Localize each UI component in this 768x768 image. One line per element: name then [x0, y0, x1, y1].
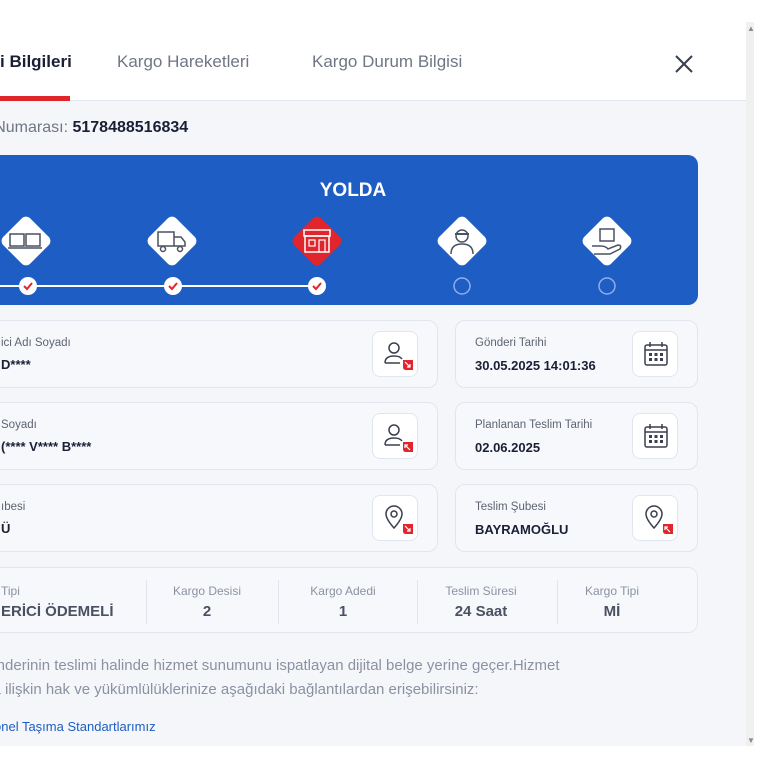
tracking-number-row: eri Numarası: 5178488516834	[0, 119, 188, 137]
step-pending-circle-icon	[598, 277, 616, 295]
scroll-down-arrow-icon[interactable]: ▼	[747, 736, 755, 745]
step-done-check-icon	[19, 277, 37, 295]
step-pending-circle-icon	[453, 277, 471, 295]
sender-branch-value: Ü	[1, 521, 11, 536]
shipment-detail-modal: i Bilgileri Kargo Hareketleri Kargo Duru…	[0, 22, 746, 746]
cargo-count-label: Kargo Adedi	[310, 584, 376, 598]
user-outgoing-icon[interactable]	[372, 331, 418, 377]
transport-standards-link[interactable]: onel Taşıma Standartlarımız	[0, 719, 156, 734]
cargo-desi-label: Kargo Desisi	[172, 584, 242, 598]
payment-type-label: Tipi	[1, 584, 20, 598]
receiver-name-label: Soyadı	[1, 419, 37, 431]
location-outgoing-icon[interactable]	[372, 495, 418, 541]
active-tab-indicator	[0, 96, 70, 101]
divider	[278, 580, 279, 624]
delivery-branch-label: Teslim Şubesi	[475, 501, 546, 513]
delivery-branch-card: Teslim Şubesi BAYRAMOĞLU	[455, 484, 698, 552]
sender-name-value: D****	[1, 357, 31, 372]
delivery-duration-label: Teslim Süresi	[445, 584, 517, 598]
cargo-desi-value: 2	[202, 603, 212, 620]
scroll-up-arrow-icon[interactable]: ▲	[747, 24, 755, 33]
scrollbar[interactable]	[746, 22, 754, 746]
truck-icon	[147, 216, 197, 266]
tab-cargo-status[interactable]: Kargo Durum Bilgisi	[312, 52, 462, 72]
legal-note-line: ma ilişkin hak ve yükümlülüklerinize aşa…	[0, 681, 479, 698]
tracking-label: eri Numarası:	[0, 119, 69, 136]
sender-name-label: ici Adı Soyadı	[1, 337, 71, 349]
hand-package-icon	[582, 216, 632, 266]
send-date-value: 30.05.2025 14:01:36	[475, 358, 596, 373]
sender-name-card: ici Adı Soyadı D****	[0, 320, 438, 388]
calendar-icon[interactable]	[632, 413, 678, 459]
location-incoming-icon[interactable]	[632, 495, 678, 541]
cargo-count-value: 1	[338, 603, 348, 620]
receiver-name-card: Soyadı (**** V**** B****	[0, 402, 438, 470]
legal-note: gönderinin teslimi halinde hizmet sunumu…	[0, 654, 680, 702]
sender-branch-card: ıbesi Ü	[0, 484, 438, 552]
delivery-branch-value: BAYRAMOĞLU	[475, 522, 569, 537]
legal-note-line: gönderinin teslimi halinde hizmet sunumu…	[0, 657, 560, 674]
tab-bar: i Bilgileri Kargo Hareketleri Kargo Duru…	[0, 22, 746, 101]
send-date-card: Gönderi Tarihi 30.05.2025 14:01:36	[455, 320, 698, 388]
shipment-summary-bar: Tipi ERİCİ ÖDEMELİ Kargo Desisi 2 Kargo …	[0, 567, 698, 633]
close-icon[interactable]	[670, 50, 698, 78]
planned-date-value: 02.06.2025	[475, 440, 541, 455]
boxes-icon	[1, 216, 51, 266]
planned-date-card: Planlanan Teslim Tarihi 02.06.2025	[455, 402, 698, 470]
divider	[146, 580, 147, 624]
cargo-type-label: Kargo Tipi	[584, 584, 640, 598]
payment-type-value: ERİCİ ÖDEMELİ	[1, 603, 114, 620]
receiver-name-value: (**** V**** B****	[1, 439, 92, 454]
user-incoming-icon[interactable]	[372, 413, 418, 459]
planned-date-label: Planlanan Teslim Tarihi	[475, 419, 593, 431]
send-date-label: Gönderi Tarihi	[475, 337, 547, 349]
divider	[557, 580, 558, 624]
cargo-type-value: Mİ	[603, 603, 621, 620]
step-done-check-icon	[164, 277, 182, 295]
courier-icon	[437, 216, 487, 266]
tracking-number: 5178488516834	[72, 119, 189, 136]
tab-cargo-movements[interactable]: Kargo Hareketleri	[117, 52, 249, 72]
calendar-icon[interactable]	[632, 331, 678, 377]
progress-line	[0, 285, 317, 287]
step-done-check-icon	[308, 277, 326, 295]
status-title: YOLDA	[319, 180, 387, 201]
divider	[417, 580, 418, 624]
delivery-duration-value: 24 Saat	[454, 603, 508, 620]
branch-store-icon	[292, 216, 342, 266]
sender-branch-label: ıbesi	[1, 501, 26, 513]
tab-shipment-info[interactable]: i Bilgileri	[0, 52, 72, 72]
